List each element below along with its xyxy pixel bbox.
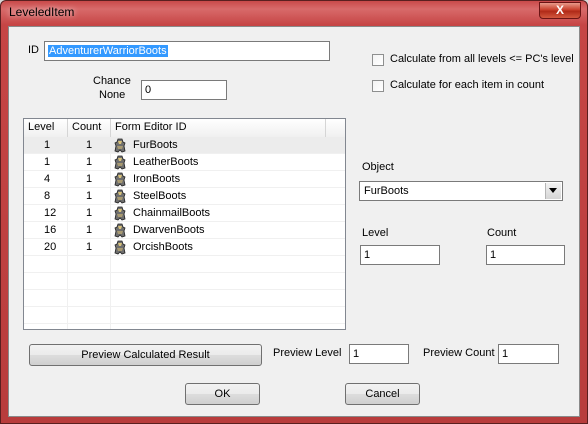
- column-header-count[interactable]: Count: [68, 119, 111, 137]
- row-level: 1: [44, 156, 51, 168]
- table-row[interactable]: 8 1 SteelBoots: [24, 188, 345, 205]
- row-form-editor-id: OrcishBoots: [133, 241, 193, 253]
- list-header: Level Count Form Editor ID: [24, 119, 345, 138]
- cancel-button[interactable]: Cancel: [345, 383, 420, 405]
- preview-calculated-result-button[interactable]: Preview Calculated Result: [29, 344, 262, 366]
- row-count: 1: [86, 173, 93, 185]
- object-label: Object: [362, 161, 394, 173]
- count-field[interactable]: 1: [486, 245, 565, 265]
- table-row[interactable]: 12 1 ChainmailBoots: [24, 205, 345, 222]
- row-form-editor-id: ChainmailBoots: [133, 207, 211, 219]
- preview-level-field[interactable]: 1: [349, 344, 409, 364]
- row-form-editor-id: FurBoots: [133, 139, 178, 151]
- preview-count-field[interactable]: 1: [498, 344, 559, 364]
- table-row[interactable]: 4 1 IronBoots: [24, 171, 345, 188]
- object-dropdown[interactable]: FurBoots: [359, 181, 563, 201]
- level-label: Level: [362, 227, 389, 239]
- ok-button[interactable]: OK: [185, 383, 260, 405]
- calc-all-levels-checkbox[interactable]: [372, 54, 384, 66]
- title-bar[interactable]: LeveledItem X: [1, 1, 587, 25]
- object-dropdown-value: FurBoots: [364, 185, 409, 197]
- calc-all-levels-label: Calculate from all levels <= PC's level: [390, 53, 574, 65]
- calc-each-item-checkbox[interactable]: [372, 80, 384, 92]
- row-level: 1: [44, 139, 51, 151]
- armor-piece-icon: [114, 223, 126, 238]
- row-form-editor-id: IronBoots: [133, 173, 181, 185]
- row-form-editor-id: DwarvenBoots: [133, 224, 205, 236]
- row-count: 1: [86, 156, 93, 168]
- column-header-level[interactable]: Level: [24, 119, 68, 137]
- row-count: 1: [86, 241, 93, 253]
- row-form-editor-id: LeatherBoots: [133, 156, 199, 168]
- row-count: 1: [86, 207, 93, 219]
- empty-row: [24, 256, 345, 273]
- row-count: 1: [86, 190, 93, 202]
- armor-piece-icon: [114, 155, 126, 170]
- chance-none-label-line1: Chance: [93, 75, 131, 87]
- row-level: 20: [44, 241, 57, 253]
- empty-row: [24, 307, 345, 324]
- table-row[interactable]: 20 1 OrcishBoots: [24, 239, 345, 256]
- window-title: LeveledItem: [9, 5, 75, 19]
- preview-count-label: Preview Count: [423, 347, 495, 359]
- preview-level-label: Preview Level: [273, 347, 342, 359]
- level-field[interactable]: 1: [360, 245, 440, 265]
- armor-piece-icon: [114, 172, 126, 187]
- calc-each-item-label: Calculate for each item in count: [390, 79, 545, 91]
- armor-piece-icon: [114, 206, 126, 221]
- armor-piece-icon: [114, 189, 126, 204]
- chance-none-label-line2: None: [99, 89, 126, 101]
- chevron-down-icon[interactable]: [545, 183, 561, 199]
- chance-none-field[interactable]: 0: [141, 80, 227, 100]
- count-label: Count: [487, 227, 517, 239]
- leveled-item-window: LeveledItem X ID AdventurerWarriorBoots …: [0, 0, 588, 424]
- table-row[interactable]: 1 1 LeatherBoots: [24, 154, 345, 171]
- table-row[interactable]: 16 1 DwarvenBoots: [24, 222, 345, 239]
- id-field-value: AdventurerWarriorBoots: [48, 45, 168, 57]
- row-form-editor-id: SteelBoots: [133, 190, 187, 202]
- row-level: 16: [44, 224, 57, 236]
- row-level: 4: [44, 173, 51, 185]
- id-field[interactable]: AdventurerWarriorBoots: [44, 41, 330, 61]
- row-count: 1: [86, 139, 93, 151]
- dialog-client-area: ID AdventurerWarriorBoots Chance None 0 …: [8, 26, 580, 417]
- leveled-list[interactable]: Level Count Form Editor ID 1 1 FurBoots 1 1 L…: [23, 118, 346, 330]
- id-label: ID: [28, 44, 39, 56]
- armor-piece-icon: [114, 240, 126, 255]
- row-level: 12: [44, 207, 57, 219]
- empty-row: [24, 290, 345, 307]
- empty-row: [24, 273, 345, 290]
- armor-piece-icon: [114, 138, 126, 153]
- table-row[interactable]: 1 1 FurBoots: [24, 137, 345, 154]
- row-level: 8: [44, 190, 51, 202]
- close-button[interactable]: X: [539, 2, 581, 19]
- row-count: 1: [86, 224, 93, 236]
- column-header-form-editor-id[interactable]: Form Editor ID: [111, 119, 326, 137]
